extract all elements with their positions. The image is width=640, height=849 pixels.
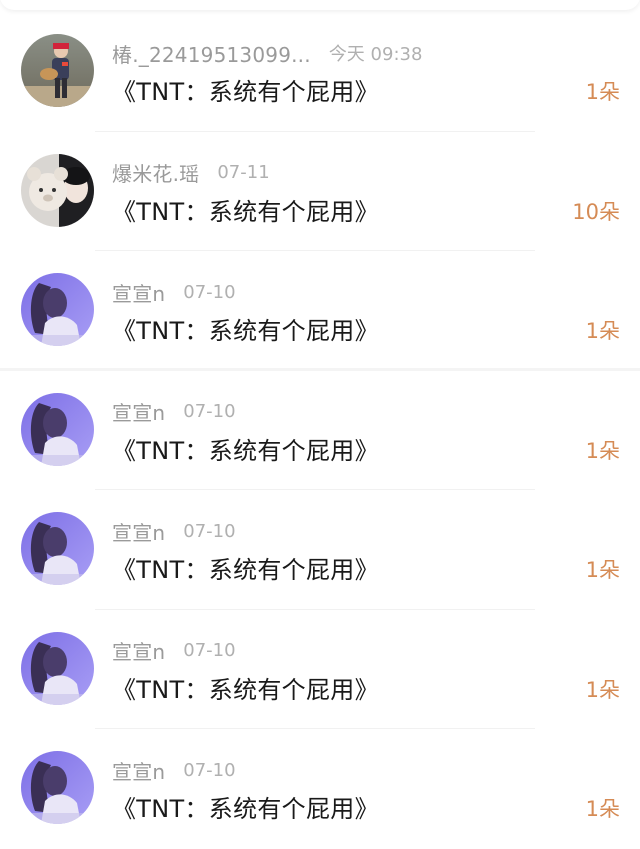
list-item[interactable]: 宣宣n 07-10 《TNT：系统有个屁用》 1朵 (0, 610, 640, 729)
timestamp: 07-10 (183, 759, 236, 781)
timestamp: 07-10 (183, 520, 236, 542)
gift-message[interactable]: 《TNT：系统有个屁用》 (112, 311, 379, 346)
meta-line: 椿._22419513099... 今天 09:38 (112, 39, 422, 67)
user-name[interactable]: 宣宣n (112, 636, 165, 665)
top-card-edge (0, 0, 640, 10)
meta-line: 宣宣n 07-10 (112, 398, 236, 426)
gift-message[interactable]: 《TNT：系统有个屁用》 (112, 550, 379, 585)
gift-message[interactable]: 《TNT：系统有个屁用》 (112, 431, 379, 466)
avatar-girl-guitar-icon (21, 34, 94, 107)
avatar-purple-girl-icon (21, 273, 94, 346)
flower-count: 1朵 (585, 558, 620, 582)
list-item[interactable]: 爆米花.瑶 07-11 《TNT：系统有个屁用》 10朵 (0, 132, 640, 251)
timestamp: 今天 09:38 (328, 44, 423, 65)
meta-line: 爆米花.瑶 07-11 (112, 159, 270, 187)
meta-line: 宣宣n 07-10 (112, 756, 236, 784)
timestamp: 07-10 (183, 401, 236, 422)
avatar-purple-girl-icon (21, 392, 94, 466)
meta-line: 宣宣n 07-10 (112, 278, 236, 306)
flower-count: 10朵 (572, 199, 620, 224)
user-avatar[interactable] (21, 273, 94, 346)
user-avatar[interactable] (21, 392, 94, 466)
flower-count: 1朵 (585, 797, 620, 821)
timestamp: 07-10 (183, 281, 236, 303)
user-avatar[interactable] (21, 512, 94, 585)
avatar-purple-girl-icon (21, 751, 94, 824)
gift-message[interactable]: 《TNT：系统有个屁用》 (112, 72, 379, 107)
meta-line: 宣宣n 07-10 (112, 637, 236, 665)
flower-count: 1朵 (585, 438, 620, 463)
user-name[interactable]: 宣宣n (112, 517, 165, 546)
gift-record-list: 椿._22419513099... 今天 09:38 《TNT：系统有个屁用》 … (0, 12, 640, 849)
avatar-teddy-bear-icon (21, 153, 94, 227)
avatar-purple-girl-icon (21, 631, 94, 705)
avatar-purple-girl-icon (21, 512, 94, 585)
gift-message[interactable]: 《TNT：系统有个屁用》 (112, 192, 379, 227)
list-item[interactable]: 椿._22419513099... 今天 09:38 《TNT：系统有个屁用》 … (0, 12, 640, 132)
list-item[interactable]: 宣宣n 07-10 《TNT：系统有个屁用》 1朵 (0, 251, 640, 371)
user-name[interactable]: 爆米花.瑶 (112, 158, 199, 187)
user-avatar[interactable] (21, 153, 94, 227)
user-name[interactable]: 宣宣n (112, 756, 165, 785)
user-name[interactable]: 宣宣n (112, 397, 165, 426)
list-item[interactable]: 宣宣n 07-10 《TNT：系统有个屁用》 1朵 (0, 490, 640, 610)
user-avatar[interactable] (21, 34, 94, 107)
meta-line: 宣宣n 07-10 (112, 517, 236, 545)
gift-message[interactable]: 《TNT：系统有个屁用》 (112, 789, 379, 824)
user-avatar[interactable] (21, 751, 94, 824)
list-item[interactable]: 宣宣n 07-10 《TNT：系统有个屁用》 1朵 (0, 371, 640, 490)
user-avatar[interactable] (21, 631, 94, 705)
user-name[interactable]: 宣宣n (112, 278, 165, 307)
gift-message[interactable]: 《TNT：系统有个屁用》 (112, 670, 379, 705)
list-item[interactable]: 宣宣n 07-10 《TNT：系统有个屁用》 1朵 (0, 729, 640, 849)
timestamp: 07-10 (183, 640, 236, 661)
user-name[interactable]: 椿._22419513099... (112, 39, 311, 68)
timestamp: 07-11 (217, 162, 270, 183)
flower-count: 1朵 (585, 319, 620, 343)
flower-count: 1朵 (585, 677, 620, 702)
flower-count: 1朵 (585, 80, 620, 104)
